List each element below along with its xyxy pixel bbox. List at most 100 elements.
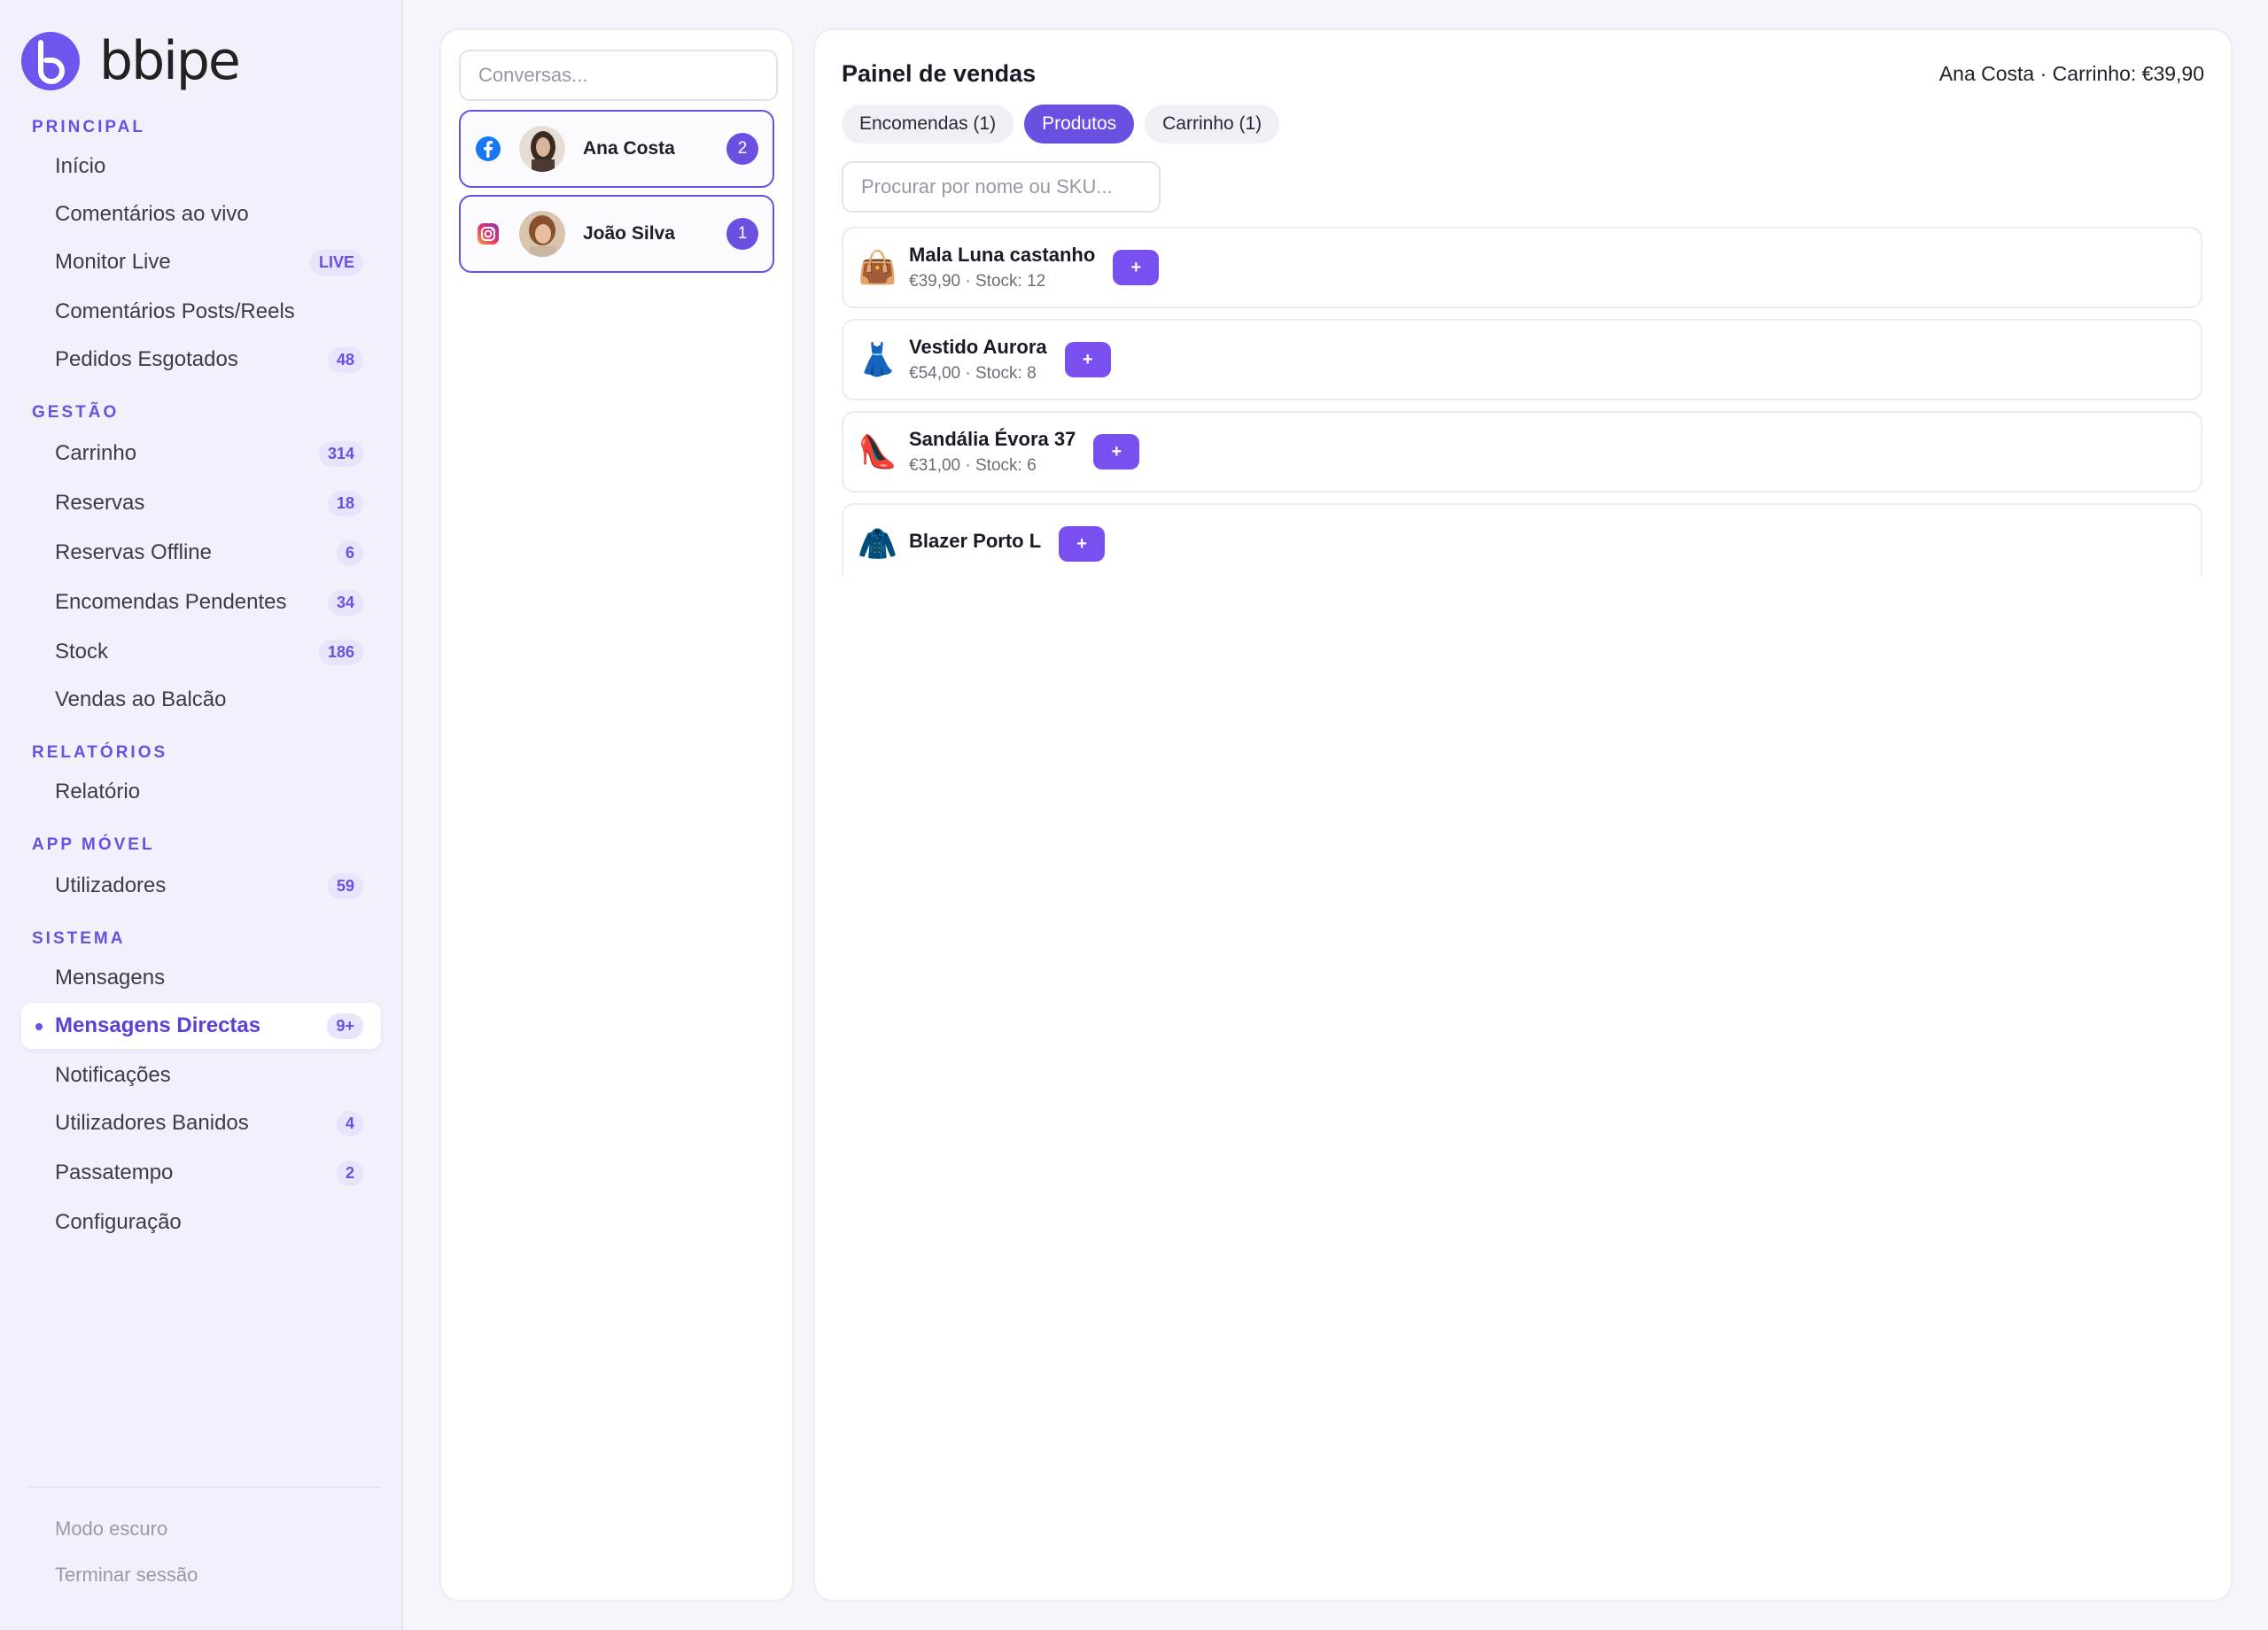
sidebar-item-configuracao[interactable]: Configuração [21, 1199, 381, 1246]
product-name: Mala Luna castanho [909, 244, 1096, 266]
conversation-name: João Silva [583, 223, 675, 244]
product-row: 👜 Mala Luna castanho €39,90 · Stock: 12 … [842, 227, 2202, 308]
tab-encomendas[interactable]: Encomendas (1) [842, 105, 1014, 144]
sidebar-item-inicio[interactable]: Início [21, 144, 381, 190]
count-badge: 186 [318, 639, 363, 665]
unread-count-badge: 1 [726, 218, 758, 250]
sidebar-item-label: Encomendas Pendentes [55, 590, 287, 614]
sidebar-item-mensagens[interactable]: Mensagens [21, 955, 381, 1001]
avatar [519, 126, 565, 172]
customer-cart-status: Ana Costa · Carrinho: €39,90 [1938, 62, 2204, 85]
sidebar-divider [27, 1486, 381, 1488]
coat-icon: 🧥 [858, 525, 897, 562]
sidebar-item-reservas-offline[interactable]: Reservas Offline 6 [21, 530, 381, 576]
sidebar-item-comentarios-posts-reels[interactable]: Comentários Posts/Reels [21, 289, 381, 335]
sidebar-item-label: Carrinho [55, 441, 137, 465]
conversation-name: Ana Costa [583, 138, 675, 159]
product-row: 🧥 Blazer Porto L + [842, 503, 2202, 576]
product-info: Sandália Évora 37 €31,00 · Stock: 6 [909, 428, 1076, 476]
sidebar-item-utilizadores-banidos[interactable]: Utilizadores Banidos 4 [21, 1100, 381, 1146]
count-badge: 314 [318, 440, 363, 467]
product-list[interactable]: 👜 Mala Luna castanho €39,90 · Stock: 12 … [842, 227, 2202, 576]
conversations-panel: Ana Costa 2 [439, 28, 794, 1602]
product-name: Blazer Porto L [909, 530, 1042, 552]
brand-name: bbipe [99, 30, 241, 92]
sidebar-item-utilizadores[interactable]: Utilizadores 59 [21, 863, 381, 909]
sales-tabs: Encomendas (1) Produtos Carrinho (1) [842, 105, 1290, 144]
sidebar-item-carrinho[interactable]: Carrinho 314 [21, 431, 381, 477]
count-badge: 18 [327, 490, 363, 516]
b-logo-icon [21, 32, 80, 90]
handbag-icon: 👜 [858, 249, 897, 285]
sidebar: bbipe Principal Início Comentários ao vi… [0, 0, 403, 1630]
conversation-item[interactable]: Ana Costa 2 [459, 110, 774, 188]
product-info: Blazer Porto L [909, 530, 1041, 558]
logout-link[interactable]: Terminar sessão [55, 1564, 198, 1587]
sidebar-item-label: Comentários ao vivo [55, 202, 249, 226]
count-badge: 48 [327, 346, 363, 373]
product-search-input[interactable] [842, 161, 1161, 213]
count-badge: 2 [336, 1160, 363, 1186]
product-info: Mala Luna castanho €39,90 · Stock: 12 [909, 244, 1095, 291]
sidebar-item-relatorio[interactable]: Relatório [21, 769, 381, 815]
sidebar-item-label: Utilizadores Banidos [55, 1111, 249, 1135]
sidebar-item-label: Pedidos Esgotados [55, 347, 238, 371]
product-price-stock: €31,00 · Stock: 6 [909, 456, 1037, 475]
sidebar-item-label: Notificações [55, 1063, 171, 1087]
sidebar-item-mensagens-directas[interactable]: Mensagens Directas 9+ [21, 1003, 381, 1049]
sidebar-item-comentarios-ao-vivo[interactable]: Comentários ao vivo [21, 191, 381, 237]
instagram-icon [475, 221, 501, 247]
count-badge: 34 [327, 589, 363, 616]
sidebar-item-label: Mensagens [55, 966, 166, 990]
tab-carrinho[interactable]: Carrinho (1) [1145, 105, 1280, 144]
section-title-relatorios: Relatórios [32, 743, 168, 762]
sidebar-item-notificacoes[interactable]: Notificações [21, 1052, 381, 1098]
sidebar-item-label: Relatório [55, 780, 141, 803]
section-title-sistema: Sistema [32, 929, 126, 948]
section-title-app-movel: App Móvel [32, 835, 155, 854]
sales-panel: Painel de vendas Ana Costa · Carrinho: €… [813, 28, 2233, 1602]
sidebar-item-label: Stock [55, 640, 109, 664]
product-name: Sandália Évora 37 [909, 428, 1076, 450]
count-badge: 6 [336, 539, 363, 566]
add-to-cart-button[interactable]: + [1093, 434, 1140, 470]
count-badge: 4 [336, 1110, 363, 1137]
avatar [519, 211, 565, 257]
product-row: 👗 Vestido Aurora €54,00 · Stock: 8 + [842, 319, 2202, 400]
dark-mode-toggle[interactable]: Modo escuro [55, 1517, 167, 1541]
brand[interactable]: bbipe [21, 30, 241, 92]
conversation-item[interactable]: João Silva 1 [459, 195, 774, 273]
sidebar-item-monitor-live[interactable]: Monitor Live LIVE [21, 239, 381, 285]
sidebar-item-pedidos-esgotados[interactable]: Pedidos Esgotados 48 [21, 337, 381, 383]
add-to-cart-button[interactable]: + [1059, 526, 1106, 562]
count-badge: 59 [327, 873, 363, 899]
sidebar-item-passatempo[interactable]: Passatempo 2 [21, 1150, 381, 1196]
panel-title: Painel de vendas [842, 60, 1037, 87]
live-badge: LIVE [309, 249, 363, 276]
sidebar-item-encomendas-pendentes[interactable]: Encomendas Pendentes 34 [21, 579, 381, 625]
tab-produtos[interactable]: Produtos [1024, 105, 1135, 144]
sidebar-item-label: Configuração [55, 1210, 182, 1234]
product-row: 👠 Sandália Évora 37 €31,00 · Stock: 6 + [842, 411, 2202, 493]
section-title-principal: Principal [32, 118, 145, 136]
product-price-stock: €54,00 · Stock: 8 [909, 364, 1037, 383]
facebook-icon [475, 136, 501, 162]
section-title-gestao: Gestão [32, 403, 120, 422]
sidebar-item-vendas-ao-balcao[interactable]: Vendas ao Balcão [21, 677, 381, 723]
add-to-cart-button[interactable]: + [1064, 342, 1111, 377]
add-to-cart-button[interactable]: + [1113, 250, 1160, 285]
product-name: Vestido Aurora [909, 336, 1047, 358]
sidebar-item-label: Mensagens Directas [55, 1013, 261, 1037]
sidebar-item-stock[interactable]: Stock 186 [21, 629, 381, 675]
sidebar-item-label: Reservas Offline [55, 540, 212, 564]
conversations-search-input[interactable] [459, 50, 778, 101]
sidebar-item-label: Início [55, 154, 106, 178]
sidebar-item-label: Monitor Live [55, 250, 171, 274]
sidebar-item-label: Vendas ao Balcão [55, 687, 227, 711]
active-indicator-dot [35, 1023, 43, 1030]
product-price-stock: €39,90 · Stock: 12 [909, 272, 1046, 291]
sidebar-item-reservas[interactable]: Reservas 18 [21, 480, 381, 526]
sidebar-item-label: Comentários Posts/Reels [55, 299, 295, 323]
sidebar-item-label: Utilizadores [55, 873, 167, 897]
dress-icon: 👗 [858, 341, 897, 377]
